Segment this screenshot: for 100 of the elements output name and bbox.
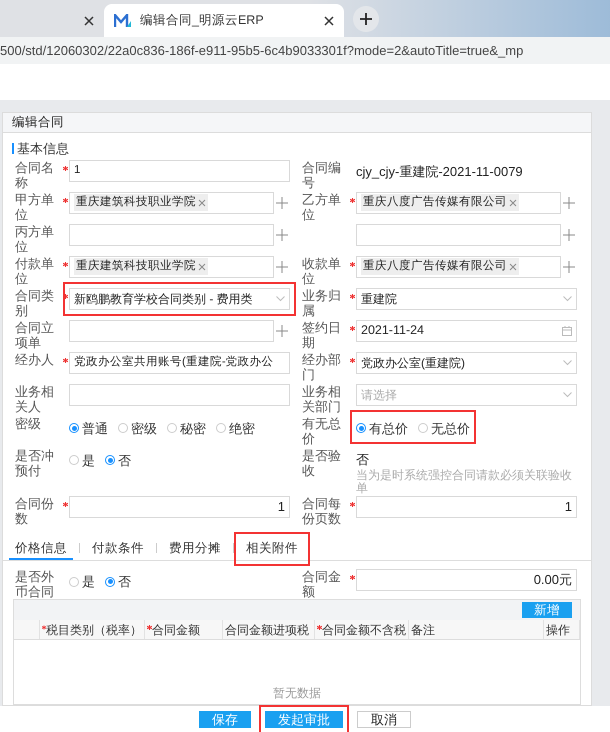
radio-icon[interactable] xyxy=(105,455,115,466)
input-field[interactable] xyxy=(69,384,290,406)
number-field[interactable]: 1 xyxy=(69,496,290,518)
tag-label: 重庆八度广告传媒有限公司 xyxy=(363,194,507,210)
select-field[interactable]: 党政办公室(重建院) xyxy=(356,352,577,374)
tag-field[interactable] xyxy=(69,224,274,246)
field-label: 合同份数 xyxy=(15,496,55,526)
input-field[interactable]: 党政办公室共用账号(重建院-党政办公 xyxy=(69,352,290,374)
tag-field[interactable] xyxy=(356,224,561,246)
field-label: 有无总价 xyxy=(302,416,342,446)
tag-field[interactable]: 重庆八度广告传媒有限公司 xyxy=(356,192,561,214)
plus-icon[interactable] xyxy=(276,228,288,240)
field-label: 业务归属 xyxy=(302,288,342,318)
radio-option[interactable]: 有总价 xyxy=(356,418,408,438)
select-field[interactable]: 重建院 xyxy=(356,288,577,310)
column-header: 合同金额不含税 xyxy=(322,622,406,638)
tag-field[interactable] xyxy=(69,320,274,342)
address-bar[interactable]: 500/std/12060302/22a0c836-186f-e911-95b5-6c4b9033301f?mode=2&autoTitle=true&_mp xyxy=(0,37,610,64)
plus-icon[interactable] xyxy=(563,228,575,240)
tab[interactable]: 价格信息 xyxy=(9,538,73,560)
plus-icon[interactable] xyxy=(276,324,288,336)
field-label: 收款单位 xyxy=(302,256,342,286)
field-label: 经办人 xyxy=(15,352,55,366)
remove-icon[interactable] xyxy=(509,262,517,270)
number-field[interactable]: 0.00元 xyxy=(356,569,577,591)
field-label: 是否冲预付 xyxy=(15,448,55,478)
radio-icon[interactable] xyxy=(69,576,79,587)
chevron-down-icon xyxy=(563,296,572,302)
field-label: 业务相关部门 xyxy=(302,384,342,414)
app-logo-icon xyxy=(114,14,132,28)
section-title: 基本信息 xyxy=(17,140,69,158)
footer-button[interactable]: 取消 xyxy=(357,710,411,728)
field-label: 合同立项单 xyxy=(15,320,55,350)
new-tab-button[interactable] xyxy=(353,6,379,32)
radio-icon[interactable] xyxy=(356,423,366,434)
browser-tab[interactable]: 编辑合同_明源云ERP xyxy=(104,4,344,37)
column-header: 合同金额进项税 xyxy=(225,622,309,638)
radio-icon[interactable] xyxy=(118,423,128,434)
field-label: 合同金额 xyxy=(302,569,342,599)
field-label: 业务相关人 xyxy=(15,384,55,414)
number-field[interactable]: 1 xyxy=(356,496,577,518)
radio-option[interactable]: 否 xyxy=(105,572,131,592)
radio-option[interactable]: 否 xyxy=(105,450,131,470)
field-label: 付款单位 xyxy=(15,256,55,286)
chevron-down-icon xyxy=(563,392,572,398)
field-label: 密级 xyxy=(15,416,42,430)
tab[interactable]: 费用分摊 xyxy=(163,538,227,560)
remove-icon[interactable] xyxy=(198,262,206,270)
tag-field[interactable]: 重庆建筑科技职业学院 xyxy=(69,192,274,214)
browser-tab-title: 编辑合同_明源云ERP xyxy=(140,12,264,30)
field-label: 乙方单位 xyxy=(302,192,342,222)
tab[interactable]: 付款条件 xyxy=(86,538,150,560)
field-label: 经办部门 xyxy=(302,352,342,382)
radio-option[interactable]: 是 xyxy=(69,450,95,470)
close-icon[interactable] xyxy=(324,16,334,26)
remove-icon[interactable] xyxy=(198,198,206,206)
field-label: 是否验收 xyxy=(302,448,342,478)
field-label: 合同每份页数 xyxy=(302,496,342,526)
tag-field[interactable]: 重庆八度广告传媒有限公司 xyxy=(356,256,561,278)
input-field[interactable]: 1 xyxy=(69,160,290,182)
empty-message: 暂无数据 xyxy=(273,685,321,702)
radio-icon[interactable] xyxy=(167,423,177,434)
calendar-icon xyxy=(562,326,572,336)
radio-icon[interactable] xyxy=(418,423,428,434)
panel-title: 编辑合同 xyxy=(3,113,591,133)
field-label: 合同名称 xyxy=(15,160,55,190)
chevron-down-icon xyxy=(276,296,285,302)
tab[interactable]: 相关附件 xyxy=(240,538,304,560)
tag-field[interactable]: 重庆建筑科技职业学院 xyxy=(69,256,274,278)
radio-option[interactable]: 秘密 xyxy=(167,418,206,438)
plus-icon[interactable] xyxy=(563,260,575,272)
column-header: 操作 xyxy=(546,622,570,638)
field-value: cjy_cjy-重建院-2021-11-0079 xyxy=(356,162,523,181)
column-header: 备注 xyxy=(411,622,435,638)
field-label: 甲方单位 xyxy=(15,192,55,222)
radio-option[interactable]: 无总价 xyxy=(418,418,470,438)
plus-icon[interactable] xyxy=(276,260,288,272)
field-label: 合同编号 xyxy=(302,160,342,190)
field-label: 是否外币合同 xyxy=(15,569,55,599)
remove-icon[interactable] xyxy=(509,198,517,206)
column-header: 合同金额 xyxy=(152,622,200,638)
radio-option[interactable]: 密级 xyxy=(118,418,157,438)
chevron-down-icon xyxy=(563,360,572,366)
plus-icon[interactable] xyxy=(563,196,575,208)
field-label: 丙方单位 xyxy=(15,224,55,254)
plus-icon xyxy=(360,13,372,25)
radio-option[interactable]: 普通 xyxy=(69,418,108,438)
radio-option[interactable]: 绝密 xyxy=(216,418,255,438)
date-field[interactable]: 2021-11-24 xyxy=(356,320,577,342)
plus-icon[interactable] xyxy=(276,196,288,208)
radio-icon[interactable] xyxy=(216,423,226,434)
select-field[interactable]: 新鸥鹏教育学校合同类别 - 费用类 xyxy=(69,288,290,310)
radio-icon[interactable] xyxy=(69,423,79,434)
radio-option[interactable]: 是 xyxy=(69,572,95,592)
close-icon[interactable] xyxy=(84,16,94,26)
tag-label: 重庆八度广告传媒有限公司 xyxy=(363,258,507,274)
section-marker xyxy=(12,143,14,154)
radio-icon[interactable] xyxy=(69,455,79,466)
radio-icon[interactable] xyxy=(105,576,115,587)
field-value: 否 xyxy=(356,450,370,468)
